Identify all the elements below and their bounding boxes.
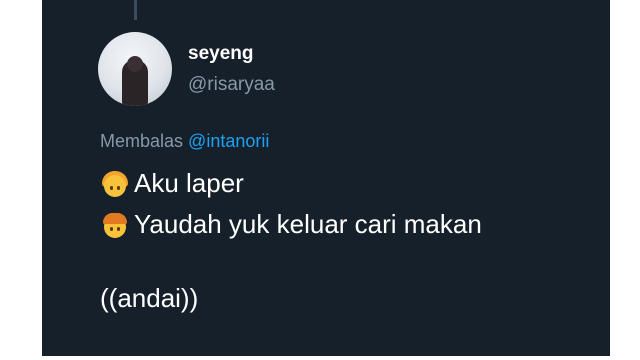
tweet-text-line-2: Yaudah yuk keluar cari makan	[100, 209, 482, 240]
tweet-text: Yaudah yuk keluar cari makan	[134, 209, 482, 239]
tweet-text-line-3: ((andai))	[100, 283, 198, 314]
boy-emoji-icon	[100, 210, 130, 240]
reply-prefix: Membalas	[100, 131, 184, 151]
tweet-card: seyeng @risaryaa Membalas @intanorii Aku…	[42, 0, 610, 356]
tweet-text-line-1: Aku laper	[100, 168, 244, 199]
thread-connector-line	[134, 0, 137, 20]
girl-emoji-icon	[100, 169, 130, 199]
tweet-text: Aku laper	[134, 168, 244, 198]
user-handle[interactable]: @risaryaa	[188, 74, 275, 96]
tweet-text: ((andai))	[100, 283, 199, 313]
avatar-figure-head	[127, 56, 143, 72]
display-name[interactable]: seyeng	[188, 43, 253, 65]
reply-to-label: Membalas @intanorii	[100, 131, 269, 152]
avatar[interactable]	[98, 32, 172, 106]
reply-mention-link[interactable]: @intanorii	[188, 131, 269, 151]
